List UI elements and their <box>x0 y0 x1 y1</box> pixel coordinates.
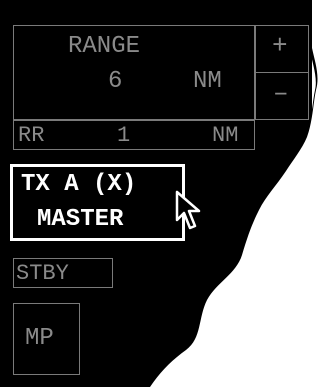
range-label: RANGE <box>68 33 141 60</box>
tx-mode-label: TX A (X) <box>21 171 137 198</box>
mp-label: MP <box>25 325 54 352</box>
range-rings-unit: NM <box>212 123 239 148</box>
range-rings-label: RR <box>18 123 45 148</box>
radar-control-panel: RANGE 6 NM + – RR 1 NM TX A (X) MASTER S… <box>0 0 326 387</box>
range-rings-value: 1 <box>117 123 131 148</box>
range-unit: NM <box>193 68 222 95</box>
stby-label: STBY <box>16 261 69 286</box>
mouse-pointer-icon <box>175 190 201 230</box>
range-increase-label: + <box>272 31 288 61</box>
tx-master-label: MASTER <box>37 206 124 233</box>
range-decrease-label: – <box>273 78 289 108</box>
range-value: 6 <box>108 68 123 95</box>
